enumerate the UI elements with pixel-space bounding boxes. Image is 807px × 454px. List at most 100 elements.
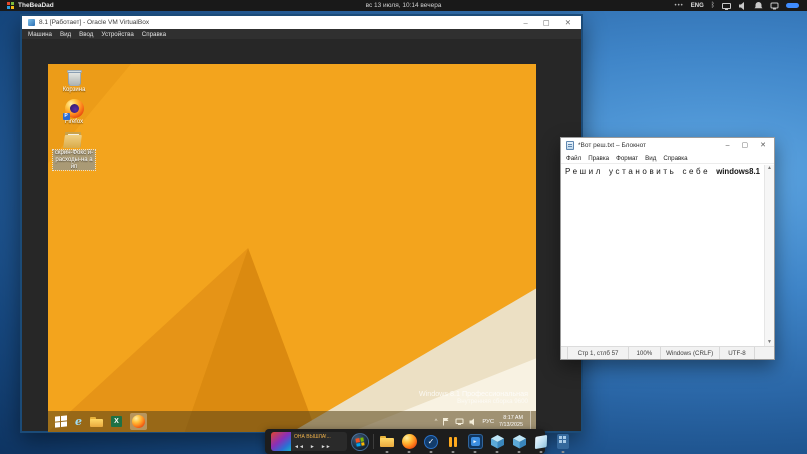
notepad-text-line: Решил установить себе windows8.1: [561, 165, 774, 176]
menu-input[interactable]: Ввод: [79, 31, 93, 38]
taskbar-icon-notes[interactable]: [532, 430, 550, 453]
vm-start-button[interactable]: [55, 415, 67, 427]
menu-view[interactable]: Вид: [60, 31, 71, 38]
vm-language-indicator[interactable]: РУС: [482, 419, 494, 425]
desktop-icon-folder[interactable]: скрин-Фокс й-расходы-на айп: [53, 131, 95, 171]
taskbar-icon-video-player[interactable]: ►: [466, 430, 484, 453]
menu-help[interactable]: Справка: [142, 31, 166, 38]
album-art-thumbnail: [271, 432, 291, 451]
taskbar-icon-paused-media[interactable]: [444, 430, 462, 453]
menu-view[interactable]: Вид: [645, 155, 656, 162]
menu-help[interactable]: Справка: [663, 155, 687, 162]
desktop-icon-firefox[interactable]: P Firefox: [53, 99, 95, 126]
watermark-line1: Windows 8.1 Профессиональная: [419, 389, 528, 398]
close-button[interactable]: ✕: [760, 142, 766, 149]
device-icon[interactable]: [770, 2, 779, 10]
status-resize-grip[interactable]: [754, 347, 774, 359]
scroll-up-icon[interactable]: ▲: [767, 166, 772, 171]
virtualbox-window-controls: – ▢ ✕: [523, 19, 575, 27]
notepad-window-controls: – ▢ ✕: [726, 142, 769, 149]
speaker-icon[interactable]: [738, 2, 747, 10]
bluetooth-icon[interactable]: ᛒ: [711, 2, 715, 9]
taskbar-icon-check-app[interactable]: ✓: [422, 430, 440, 453]
firefox-taskbar-button-active[interactable]: [130, 413, 147, 430]
calculator-icon: [557, 434, 569, 449]
notepad-window: *Вот реш.txt – Блокнот – ▢ ✕ Файл Правка…: [560, 137, 775, 360]
scroll-down-icon[interactable]: ▼: [767, 340, 772, 345]
windows-watermark: Windows 8.1 Профессиональная Внутренняя …: [419, 389, 528, 405]
previous-track-icon[interactable]: ◄◄: [294, 445, 304, 450]
virtualbox-window: 8.1 [Работает] - Oracle VM VirtualBox – …: [20, 14, 583, 433]
hidden-icons-chevron[interactable]: ^: [435, 419, 438, 425]
vm-screen[interactable]: Корзина P Firefox скрин-Фокс й-расходы-н…: [48, 64, 536, 432]
volume-icon[interactable]: [469, 418, 477, 426]
taskbar-icon-virtualbox-1[interactable]: [488, 430, 506, 453]
watermark-line2: Внутренняя сборка 9600: [419, 398, 528, 405]
word: установить: [609, 167, 676, 176]
menu-machine[interactable]: Машина: [28, 31, 52, 38]
action-center-flag-icon[interactable]: [442, 417, 450, 426]
menu-devices[interactable]: Устройства: [101, 31, 133, 38]
virtualbox-cube-icon: [512, 434, 527, 449]
firefox-icon: [402, 434, 417, 449]
media-controls: ◄◄ ► ►►: [294, 445, 345, 450]
notepad-text-area[interactable]: Решил установить себе windows8.1 ▲ ▼: [561, 165, 774, 346]
running-indicator: [496, 451, 499, 453]
desktop-icon-recycle-bin[interactable]: Корзина: [53, 68, 95, 94]
internet-explorer-icon[interactable]: e: [75, 416, 82, 427]
virtualbox-cube-icon: [490, 434, 505, 449]
notepad-scrollbar[interactable]: ▲ ▼: [764, 165, 774, 346]
running-indicator: [474, 451, 477, 453]
media-player-widget[interactable]: ОНА ВЫШЛА!... ◄◄ ► ►►: [271, 432, 347, 451]
language-indicator[interactable]: ENG: [691, 3, 704, 9]
bell-icon[interactable]: [754, 1, 763, 10]
screen: вс 13 июля, 10:14 вечера TheBeaDad ••• E…: [0, 0, 807, 454]
running-indicator: [562, 451, 565, 453]
track-title: ОНА ВЫШЛА!...: [294, 434, 345, 440]
video-player-icon: ►: [468, 434, 483, 449]
network-icon[interactable]: [455, 418, 464, 426]
app-window-icon: [7, 2, 14, 9]
overflow-icon[interactable]: •••: [674, 3, 683, 9]
running-indicator: [386, 451, 389, 453]
word: Решил: [565, 167, 603, 176]
topbar-active-app[interactable]: TheBeaDad: [0, 2, 54, 9]
file-explorer-icon[interactable]: [90, 417, 103, 427]
vm-date: 7/13/2025: [499, 422, 523, 428]
minimize-button[interactable]: –: [523, 19, 527, 27]
menu-edit[interactable]: Правка: [588, 155, 609, 162]
vm-clock[interactable]: 8:17 AM 7/13/2025: [499, 415, 523, 428]
next-track-icon[interactable]: ►►: [321, 445, 331, 450]
running-indicator: [430, 451, 433, 453]
maximize-button[interactable]: ▢: [742, 142, 749, 149]
minimize-button[interactable]: –: [726, 142, 730, 149]
taskbar-icon-calculator[interactable]: [554, 430, 572, 453]
taskbar-divider: [373, 434, 374, 449]
checkmark-icon: ✓: [424, 435, 438, 449]
excel-icon[interactable]: X: [111, 416, 122, 427]
icon-label-selected: скрин-Фокс й-расходы-на айп: [53, 150, 95, 171]
media-info: ОНА ВЫШЛА!... ◄◄ ► ►►: [291, 432, 347, 451]
notepad-titlebar[interactable]: *Вот реш.txt – Блокнот – ▢ ✕: [561, 138, 774, 153]
maximize-button[interactable]: ▢: [543, 19, 550, 27]
start-button[interactable]: [351, 433, 369, 451]
topbar-tray: ••• ENG ᛒ: [674, 1, 807, 10]
running-indicator: [540, 451, 543, 453]
display-icon[interactable]: [722, 3, 731, 9]
menu-format[interactable]: Формат: [616, 155, 638, 162]
play-icon[interactable]: ►: [310, 445, 315, 450]
taskbar-icon-firefox[interactable]: [400, 430, 418, 453]
running-indicator: [408, 451, 411, 453]
status-zoom: 100%: [628, 347, 660, 359]
virtualbox-client-area: Корзина P Firefox скрин-Фокс й-расходы-н…: [22, 39, 581, 431]
vm-time: 8:17 AM: [499, 415, 523, 421]
taskbar-icon-virtualbox-2[interactable]: [510, 430, 528, 453]
taskbar-icon-explorer[interactable]: [378, 430, 396, 453]
topbar-app-title: TheBeaDad: [18, 2, 54, 9]
windows-logo-icon: [355, 437, 364, 446]
accent-pill-indicator[interactable]: [786, 3, 799, 8]
close-button[interactable]: ✕: [565, 19, 571, 27]
virtualbox-titlebar[interactable]: 8.1 [Работает] - Oracle VM VirtualBox – …: [22, 16, 581, 29]
icon-label: Firefox: [65, 119, 83, 126]
menu-file[interactable]: Файл: [566, 155, 581, 162]
